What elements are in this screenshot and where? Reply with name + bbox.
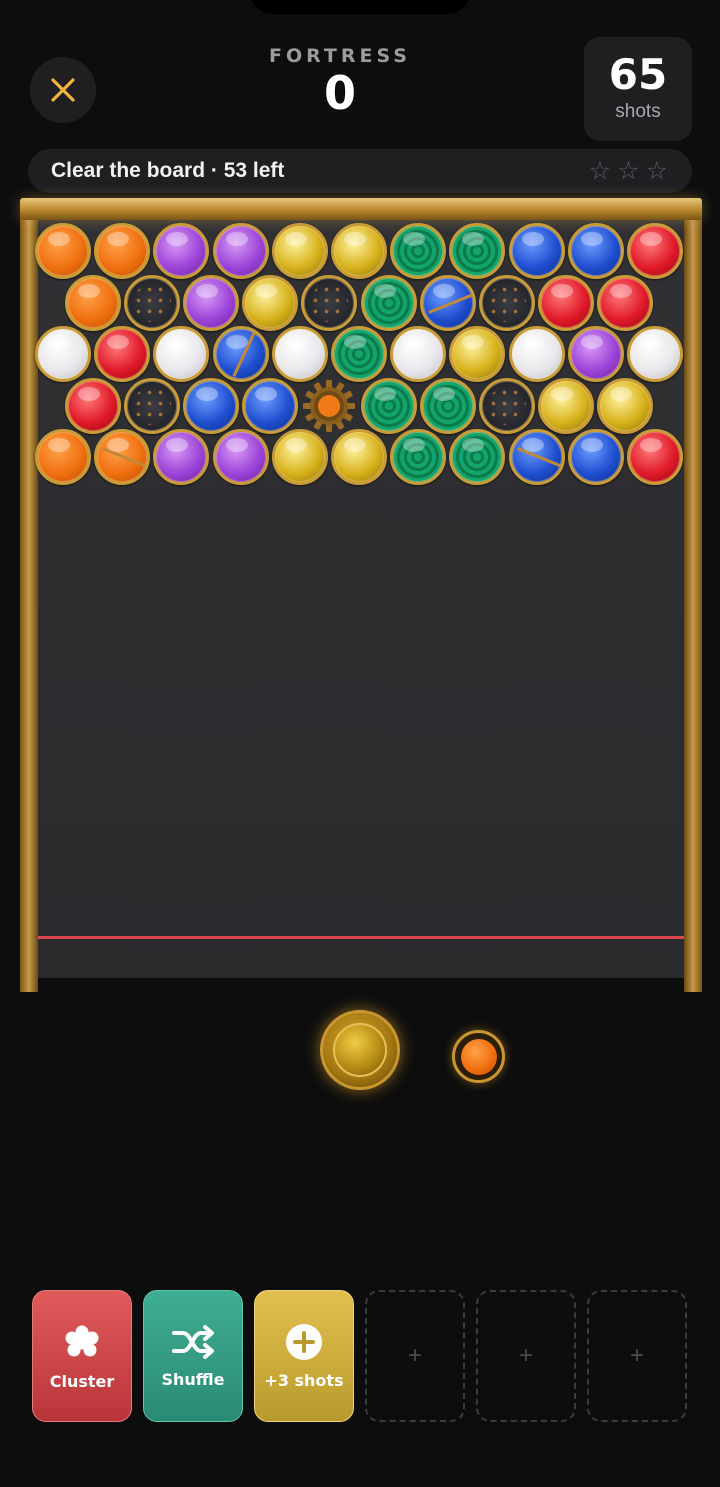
score: 0 — [323, 66, 356, 120]
shooter-bubble[interactable] — [320, 1010, 400, 1090]
star-icon: ☆ — [617, 156, 640, 185]
shuffle-label: Shuffle — [161, 1369, 225, 1389]
star-rating: ☆ ☆ ☆ — [588, 156, 668, 185]
game-board[interactable] — [38, 220, 684, 978]
cluster-label: Cluster — [49, 1371, 115, 1391]
shots-label: shots — [615, 101, 661, 122]
objective-text: Clear the board · 53 left — [51, 159, 285, 182]
add-shots-powerup-button[interactable]: +3 shots — [254, 1290, 354, 1422]
star-icon: ☆ — [645, 156, 668, 185]
level-name: FORTRESS — [269, 45, 411, 67]
next-bubble[interactable] — [452, 1030, 505, 1083]
plus-icon: + — [629, 1342, 644, 1369]
plus-circle-icon — [286, 1323, 322, 1360]
danger-line — [38, 936, 684, 939]
cluster-icon — [65, 1325, 99, 1356]
shuffle-icon — [172, 1324, 214, 1359]
frame-left-post — [20, 208, 38, 992]
cluster-powerup-button[interactable]: Cluster — [32, 1290, 132, 1422]
shots-count: 65 — [608, 50, 668, 99]
shots-counter: 65 shots — [584, 37, 692, 141]
empty-powerup-slot[interactable]: + — [365, 1290, 465, 1422]
empty-powerup-slot[interactable]: + — [587, 1290, 687, 1422]
current-bubble — [333, 1023, 387, 1077]
level-header: FORTRESS 0 — [240, 45, 440, 119]
close-x-icon — [51, 78, 75, 102]
powerup-bar: Cluster Shuffle +3 shots + + + — [32, 1290, 692, 1423]
close-button[interactable] — [30, 57, 96, 123]
empty-powerup-slot[interactable]: + — [476, 1290, 576, 1422]
objective-bar: Clear the board · 53 left ☆ ☆ ☆ — [28, 149, 692, 193]
add-shots-label: +3 shots — [264, 1370, 344, 1390]
next-bubble-ball — [461, 1039, 497, 1075]
frame-top-beam — [20, 198, 702, 220]
star-icon: ☆ — [588, 156, 612, 185]
plus-icon: + — [518, 1342, 533, 1369]
frame-right-post — [684, 208, 702, 992]
plus-icon: + — [407, 1342, 422, 1369]
shuffle-powerup-button[interactable]: Shuffle — [143, 1290, 243, 1422]
game-board-frame — [20, 198, 702, 994]
device-notch — [250, 0, 470, 14]
